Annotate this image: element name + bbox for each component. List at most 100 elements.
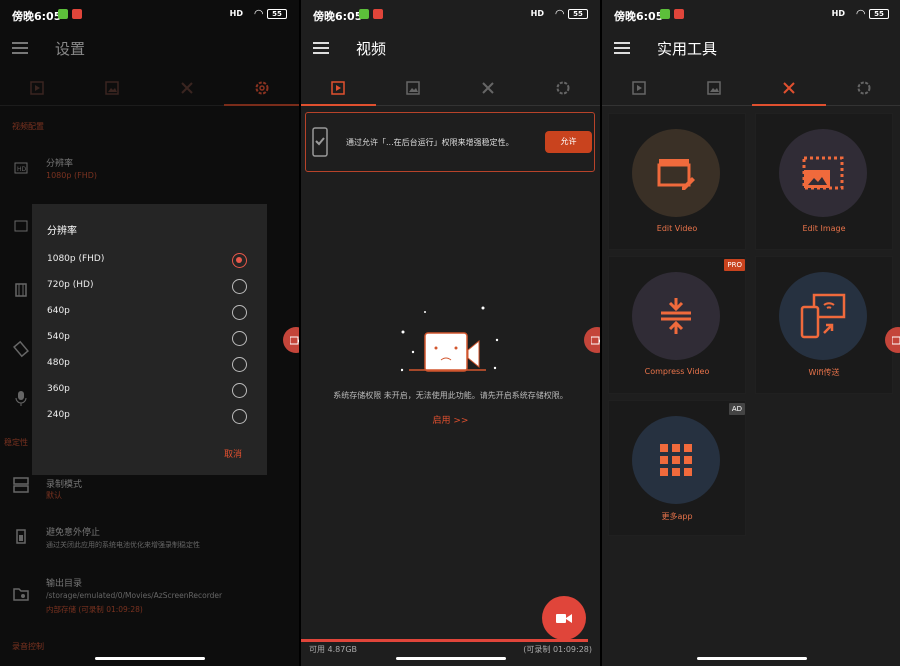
- svg-text:HD: HD: [17, 166, 27, 173]
- tab-settings[interactable]: [224, 70, 299, 106]
- clock: 傍晚6:05: [12, 10, 62, 23]
- signal-icon: HD: [229, 9, 243, 18]
- home-indicator[interactable]: [396, 657, 506, 660]
- setting-desc: 通过关闭此应用的系统电池优化来增强录制稳定性: [46, 541, 200, 549]
- download-notification-icon: [58, 9, 68, 19]
- video-screen: 傍晚6:05 HD ◠ 55 视频 通过允许「...在后台运行」权限来增强稳定性…: [301, 0, 600, 666]
- option-720p[interactable]: 720p (HD): [32, 274, 267, 300]
- menu-icon[interactable]: [313, 42, 329, 54]
- option-label: 640p: [47, 306, 70, 316]
- recorder-notification-icon: [72, 9, 82, 19]
- video-camera-icon: [556, 613, 572, 623]
- home-indicator[interactable]: [95, 657, 205, 660]
- allow-button[interactable]: 允许: [545, 131, 592, 153]
- download-notification-icon: [359, 9, 369, 19]
- tab-images[interactable]: [75, 70, 150, 105]
- radio[interactable]: [232, 357, 247, 372]
- home-indicator[interactable]: [697, 657, 807, 660]
- option-360p[interactable]: 360p: [32, 378, 267, 404]
- tab-tools[interactable]: [451, 70, 526, 105]
- floating-recorder-bubble[interactable]: [584, 327, 600, 353]
- radio[interactable]: [232, 279, 247, 294]
- wifi-transfer-icon: [800, 293, 846, 339]
- tab-tools[interactable]: [751, 70, 827, 106]
- option-label: 480p: [47, 358, 70, 368]
- menu-icon[interactable]: [614, 42, 630, 54]
- radio[interactable]: [232, 383, 247, 398]
- wifi-icon: ◠: [555, 7, 564, 20]
- gear-icon: [556, 81, 570, 94]
- radio[interactable]: [232, 409, 247, 424]
- pro-badge: PRO: [724, 259, 745, 271]
- image-icon: [105, 80, 119, 95]
- tab-images[interactable]: [376, 70, 451, 105]
- setting-value: 默认: [46, 491, 62, 500]
- option-640p[interactable]: 640p: [32, 300, 267, 326]
- recorder-notification-icon: [373, 9, 383, 19]
- setting-label: 录制模式: [46, 480, 83, 490]
- clock: 傍晚6:05: [313, 10, 363, 23]
- page-title: 视频: [356, 40, 387, 58]
- menu-icon[interactable]: [12, 42, 28, 54]
- tab-video[interactable]: [0, 70, 75, 105]
- option-label: 240p: [47, 410, 70, 420]
- gear-icon: [255, 81, 269, 94]
- tool-compress-video[interactable]: PRO Compress Video: [608, 256, 746, 394]
- orientation-icon: [13, 340, 29, 358]
- tool-label: Compress Video: [644, 367, 710, 376]
- tab-video[interactable]: [301, 70, 376, 106]
- cancel-button[interactable]: 取消: [224, 447, 242, 460]
- ad-badge: AD: [728, 403, 745, 415]
- option-label: 540p: [47, 332, 70, 342]
- tab-settings[interactable]: [525, 70, 600, 105]
- image-crop-icon: [802, 156, 844, 190]
- section-header: 视频配置: [12, 122, 44, 131]
- wifi-icon: ◠: [254, 7, 263, 20]
- film-icon: [15, 283, 27, 297]
- signal-icon: HD: [530, 9, 544, 18]
- grid-apps-icon: [660, 444, 692, 476]
- tab-tools[interactable]: [150, 70, 225, 105]
- tool-more-apps[interactable]: AD 更多app: [608, 400, 746, 536]
- option-240p[interactable]: 240p: [32, 404, 267, 430]
- storage-permission-message: 系统存储权限 未开启，无法使用此功能。请先开启系统存储权限。: [333, 391, 568, 400]
- camera-icon: [591, 336, 600, 345]
- video-icon: [30, 80, 45, 95]
- tools-icon: [783, 81, 795, 94]
- setting-storage: 内部存储 (可录制 01:09:28): [46, 605, 143, 614]
- page-title: 实用工具: [657, 40, 718, 58]
- tool-edit-video[interactable]: Edit Video: [608, 113, 746, 250]
- download-notification-icon: [660, 9, 670, 19]
- dialog-title: 分辨率: [47, 226, 77, 237]
- tab-video[interactable]: [602, 70, 677, 105]
- tools-icon: [181, 81, 193, 94]
- setting-label: 分辨率: [46, 159, 74, 169]
- radio[interactable]: [232, 331, 247, 346]
- option-label: 1080p (FHD): [47, 254, 105, 264]
- tool-label: Edit Image: [802, 224, 846, 233]
- enable-link[interactable]: 启用 >>: [301, 413, 600, 426]
- option-label: 360p: [47, 384, 70, 394]
- tool-wifi-transfer[interactable]: Wifi传送: [755, 256, 893, 394]
- status-bar: 傍晚6:05 HD ◠ 55: [0, 0, 299, 30]
- section-header: 稳定性: [4, 438, 28, 447]
- gear-icon: [857, 81, 871, 94]
- sad-camera-illustration: [401, 306, 499, 372]
- option-1080p[interactable]: 1080p (FHD): [32, 248, 267, 274]
- tab-settings[interactable]: [826, 70, 900, 105]
- background-permission-banner: 通过允许「...在后台运行」权限来增强稳定性。 允许: [305, 112, 595, 172]
- section-header: 录音控制: [12, 642, 44, 651]
- tools-screen: 傍晚6:05 HD ◠ 55 实用工具 Edit Video Edit Imag…: [602, 0, 900, 666]
- folder-star-icon: [13, 588, 29, 601]
- record-button[interactable]: [542, 596, 586, 640]
- tab-images[interactable]: [677, 70, 752, 105]
- radio-selected[interactable]: [232, 253, 247, 268]
- page-title: 设置: [55, 40, 86, 58]
- image-icon: [406, 80, 420, 95]
- tool-edit-image[interactable]: Edit Image: [755, 113, 893, 250]
- option-480p[interactable]: 480p: [32, 352, 267, 378]
- option-540p[interactable]: 540p: [32, 326, 267, 352]
- setting-label: 避免意外停止: [46, 528, 101, 538]
- wifi-icon: ◠: [856, 7, 865, 20]
- radio[interactable]: [232, 305, 247, 320]
